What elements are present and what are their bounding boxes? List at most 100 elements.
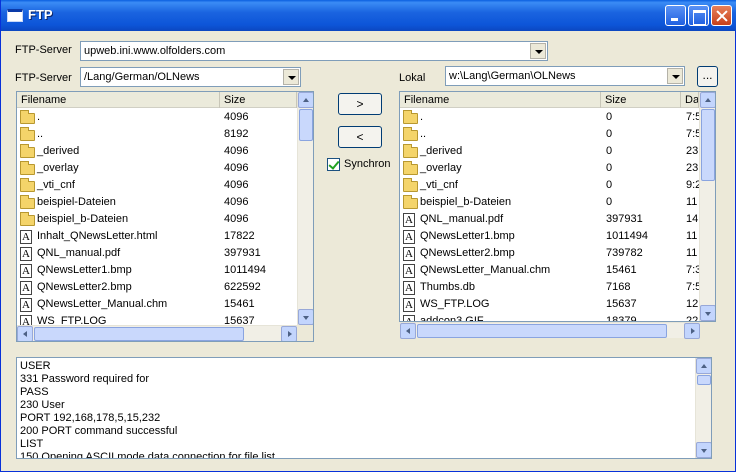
- list-item[interactable]: . 4096: [17, 109, 297, 126]
- local-vscrollbar[interactable]: [699, 92, 715, 321]
- scroll-up-icon[interactable]: [298, 92, 313, 108]
- scroll-corner: [297, 325, 313, 341]
- list-item[interactable]: _overlay 0 23: [400, 160, 699, 177]
- synchron-checkbox[interactable]: [327, 158, 340, 171]
- list-item[interactable]: beispiel_b-Dateien 4096: [17, 211, 297, 228]
- scroll-left-icon[interactable]: [17, 326, 33, 341]
- list-item[interactable]: A QNL_manual.pdf 397931 14: [400, 211, 699, 228]
- server-label: FTP-Server: [15, 44, 72, 56]
- list-item[interactable]: beispiel-Dateien 4096: [17, 194, 297, 211]
- local-col-filename[interactable]: Filename: [400, 92, 601, 108]
- remote-path-combo[interactable]: /Lang/German/OLNews: [80, 67, 301, 87]
- remote-file-list[interactable]: Filename Size . 4096.. 8192 _derived 4096 _ov…: [16, 91, 314, 342]
- file-size: 0: [606, 145, 613, 157]
- folder-icon: [20, 161, 35, 175]
- scroll-up-icon[interactable]: [700, 92, 715, 108]
- scroll-down-icon[interactable]: [696, 442, 711, 458]
- remote-path-value: /Lang/German/OLNews: [84, 71, 200, 83]
- list-item[interactable]: _vti_cnf 4096: [17, 177, 297, 194]
- remote-list-header: Filename Size: [17, 92, 297, 108]
- list-item[interactable]: beispiel_b-Dateien 0 11: [400, 194, 699, 211]
- local-col-date[interactable]: Da: [681, 92, 699, 108]
- file-name: _overlay: [420, 162, 462, 174]
- file-name: _derived: [37, 145, 80, 157]
- scroll-down-icon[interactable]: [298, 309, 313, 325]
- file-size: 0: [606, 128, 613, 140]
- upload-button[interactable]: >: [338, 93, 382, 115]
- file-icon: A: [403, 247, 415, 261]
- ftp-window: FTP FTP-Server upweb.ini.www.olfolders.c…: [0, 0, 736, 472]
- scroll-right-icon[interactable]: [684, 323, 700, 339]
- scroll-left-icon[interactable]: [400, 323, 416, 339]
- scroll-thumb[interactable]: [697, 375, 711, 385]
- log-vscrollbar[interactable]: [695, 358, 711, 458]
- scroll-right-icon[interactable]: [281, 326, 297, 341]
- file-icon: A: [20, 264, 32, 278]
- local-col-size[interactable]: Size: [601, 92, 681, 108]
- scroll-thumb[interactable]: [299, 109, 313, 141]
- list-item[interactable]: A WS_FTP.LOG 15637 12: [400, 296, 699, 313]
- browse-button[interactable]: ...: [697, 66, 718, 87]
- scroll-thumb[interactable]: [701, 109, 715, 181]
- local-file-list[interactable]: Filename Size Da .07:5..07:5_derived023_…: [399, 91, 716, 322]
- list-item[interactable]: _overlay 4096: [17, 160, 297, 177]
- file-size: 15461: [224, 298, 255, 310]
- list-item[interactable]: Aaddcon3.GIF 18379 22: [400, 313, 699, 321]
- file-icon: A: [20, 281, 32, 295]
- close-button[interactable]: [711, 5, 732, 26]
- file-icon: A: [403, 264, 415, 278]
- file-name: WS_FTP.LOG: [420, 298, 490, 310]
- scroll-thumb[interactable]: [34, 327, 244, 341]
- file-icon: A: [403, 230, 415, 244]
- file-name: QNewsLetter1.bmp: [37, 264, 132, 276]
- list-item[interactable]: . 0 7:5: [400, 109, 699, 126]
- scroll-thumb[interactable]: [417, 324, 667, 338]
- list-item[interactable]: A Thumbs.db 7168 7:5: [400, 279, 699, 296]
- file-date: 23: [686, 162, 699, 174]
- list-item[interactable]: _derived 4096: [17, 143, 297, 160]
- file-date: 14: [686, 213, 699, 225]
- file-name: ..: [37, 128, 44, 140]
- list-item[interactable]: A QNewsLetter2.bmp 622592: [17, 279, 297, 296]
- list-item[interactable]: A QNewsLetter1.bmp 1011494 11: [400, 228, 699, 245]
- list-item[interactable]: A QNewsLetter2.bmp 739782 11: [400, 245, 699, 262]
- list-item[interactable]: A QNewsLetter_Manual.chm 15461: [17, 296, 297, 313]
- chevron-down-icon[interactable]: [530, 43, 546, 59]
- folder-icon: [20, 195, 35, 209]
- scroll-up-icon[interactable]: [696, 358, 711, 374]
- list-item[interactable]: A QNL_manual.pdf 397931: [17, 245, 297, 262]
- list-item[interactable]: A WS_FTP.LOG 15637: [17, 313, 297, 325]
- list-item[interactable]: .. 0 7:5: [400, 126, 699, 143]
- server-combo[interactable]: upweb.ini.www.olfolders.com: [80, 41, 548, 61]
- local-path-combo[interactable]: w:\Lang\German\OLNews: [445, 66, 685, 86]
- list-item[interactable]: _vti_cnf 0 9:2: [400, 177, 699, 194]
- minimize-button[interactable]: [665, 5, 686, 26]
- file-date: 7:5: [686, 128, 699, 140]
- file-size: 1011494: [224, 264, 267, 276]
- title-bar[interactable]: FTP: [1, 0, 736, 31]
- list-item[interactable]: .. 8192: [17, 126, 297, 143]
- log-output[interactable]: USER 331 Password required for PASS 230 Use…: [16, 357, 712, 459]
- file-size: 4096: [224, 111, 249, 123]
- remote-col-size[interactable]: Size: [220, 92, 297, 108]
- maximize-button[interactable]: [688, 5, 709, 26]
- chevron-down-icon[interactable]: [283, 69, 299, 85]
- list-item[interactable]: A Inhalt_QNewsLetter.html 17822: [17, 228, 297, 245]
- remote-col-filename[interactable]: Filename: [17, 92, 220, 108]
- folder-icon: [20, 144, 35, 158]
- file-icon: A: [403, 213, 415, 227]
- download-button[interactable]: <: [338, 126, 382, 148]
- remote-vscrollbar[interactable]: [297, 92, 313, 325]
- file-name: WS_FTP.LOG: [37, 315, 107, 325]
- local-hscrollbar[interactable]: [400, 322, 700, 339]
- list-item[interactable]: A QNewsLetter_Manual.chm 15461 7:3: [400, 262, 699, 279]
- remote-hscrollbar[interactable]: [17, 325, 297, 341]
- file-size: 7168: [606, 281, 631, 293]
- scroll-down-icon[interactable]: [700, 305, 715, 321]
- file-date: 12: [686, 298, 699, 310]
- list-item[interactable]: A QNewsLetter1.bmp 1011494: [17, 262, 297, 279]
- file-size: 1011494: [606, 230, 649, 242]
- list-item[interactable]: _derived 0 23: [400, 143, 699, 160]
- file-name: QNewsLetter2.bmp: [37, 281, 132, 293]
- chevron-down-icon[interactable]: [667, 68, 683, 84]
